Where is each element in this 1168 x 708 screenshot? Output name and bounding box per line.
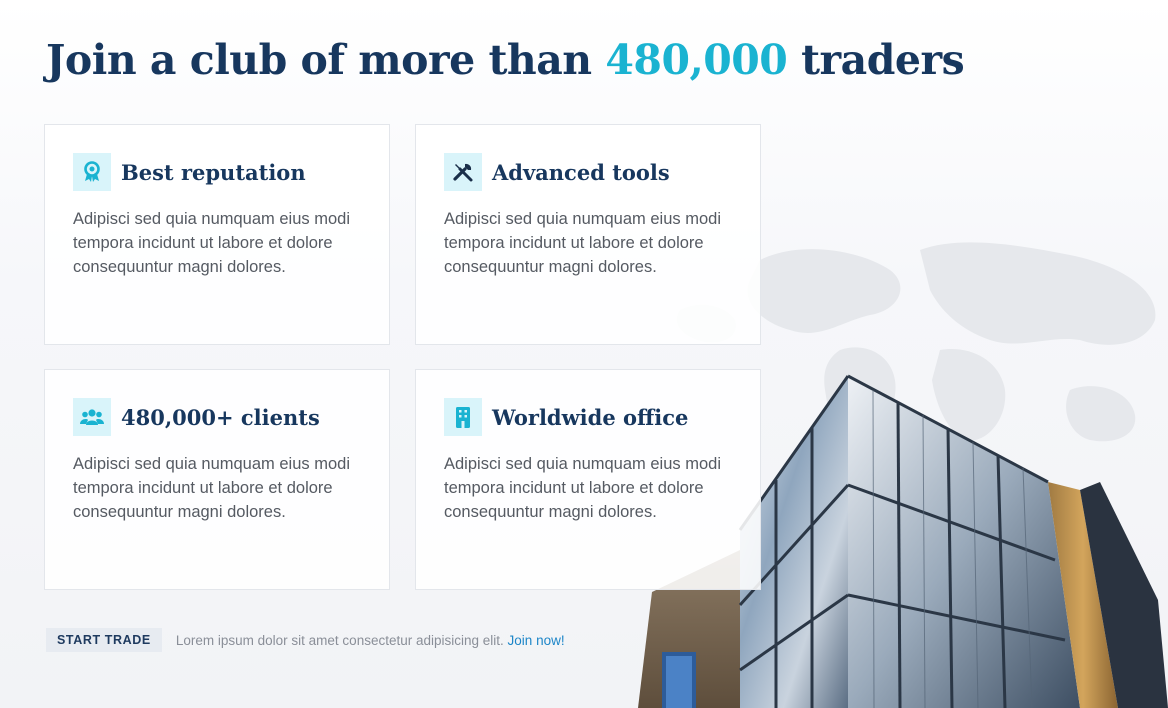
- users-icon: [73, 398, 111, 436]
- title-accent-number: 480,000: [605, 36, 788, 84]
- card-title: 480,000+ clients: [121, 404, 320, 430]
- card-description: Adipisci sed quia numquam eius modi temp…: [73, 455, 350, 521]
- title-suffix: traders: [787, 36, 965, 84]
- page-title: Join a club of more than 480,000 traders: [46, 36, 965, 84]
- card-description: Adipisci sed quia numquam eius modi temp…: [73, 210, 350, 276]
- cta-row: START TRADE Lorem ipsum dolor sit amet c…: [46, 628, 565, 652]
- page: Join a club of more than 480,000 traders…: [0, 0, 1168, 708]
- card-title: Worldwide office: [492, 404, 689, 430]
- cta-text: Lorem ipsum dolor sit amet consectetur a…: [176, 633, 565, 648]
- cta-description: Lorem ipsum dolor sit amet consectetur a…: [175, 632, 504, 648]
- card-title: Advanced tools: [492, 159, 670, 185]
- building-icon: [444, 398, 482, 436]
- join-now-link[interactable]: Join now!: [508, 633, 565, 648]
- title-prefix: Join a club of more than: [46, 36, 606, 84]
- card-description: Adipisci sed quia numquam eius modi temp…: [444, 210, 721, 276]
- feature-card-tools: Advanced tools Adipisci sed quia numquam…: [415, 124, 761, 345]
- tools-icon: [444, 153, 482, 191]
- card-description: Adipisci sed quia numquam eius modi temp…: [444, 455, 721, 521]
- card-title: Best reputation: [121, 159, 306, 185]
- feature-card-clients: 480,000+ clients Adipisci sed quia numqu…: [44, 369, 390, 590]
- start-trade-button[interactable]: START TRADE: [46, 628, 162, 652]
- feature-card-office: Worldwide office Adipisci sed quia numqu…: [415, 369, 761, 590]
- award-icon: [73, 153, 111, 191]
- feature-card-reputation: Best reputation Adipisci sed quia numqua…: [44, 124, 390, 345]
